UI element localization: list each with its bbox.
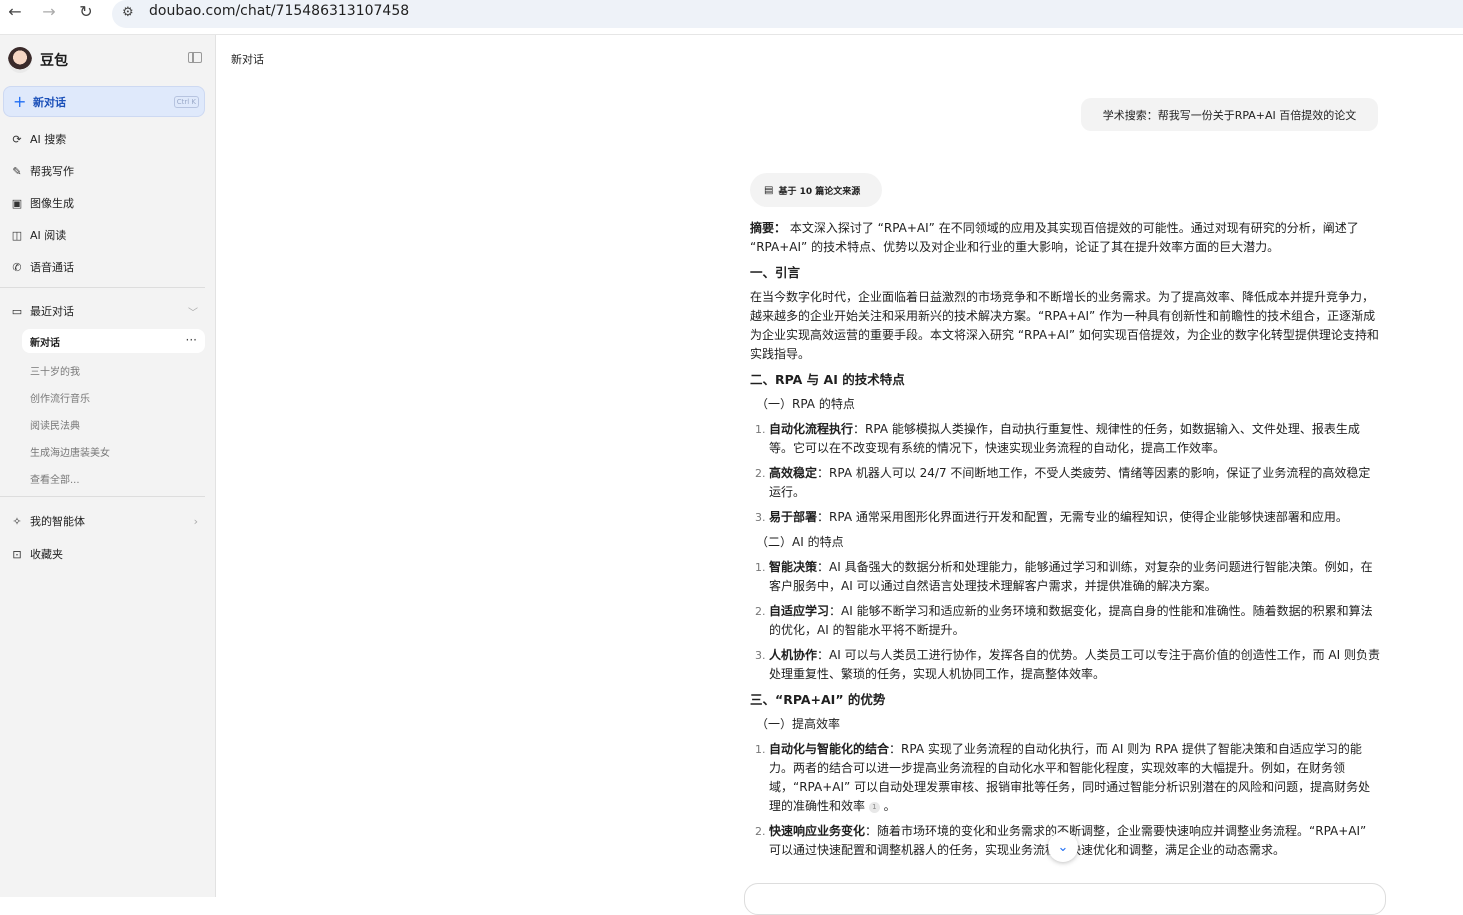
intro-paragraph: 在当今数字化时代，企业面临着日益激烈的市场竞争和不断增长的业务需求。为了提高效率… bbox=[750, 290, 1379, 361]
item-text: ：RPA 通常采用图形化界面进行开发和配置，无需专业的编程知识，使得企业能够快速… bbox=[817, 510, 1348, 524]
shortcut-hint: Ctrl K bbox=[173, 96, 199, 108]
new-chat-button[interactable]: + 新对话 Ctrl K bbox=[3, 86, 205, 117]
menu-ai-reading[interactable]: ◫ AI 阅读 bbox=[10, 227, 66, 243]
chat-item[interactable]: 生成海边唐装美女 bbox=[30, 444, 110, 459]
subheading-ai: （二）AI 的特点 bbox=[756, 535, 844, 549]
new-chat-label: 新对话 bbox=[33, 95, 66, 109]
abstract: 摘要： 本文深入探讨了 “RPA+AI” 在不同领域的应用及其实现百倍提效的可能… bbox=[750, 219, 1380, 257]
citation-badge[interactable]: 1 bbox=[868, 802, 880, 813]
list-item: 自动化流程执行：RPA 能够模拟人类操作，自动执行重复性、规律性的任务，如数据输… bbox=[769, 420, 1380, 458]
page-title: 新对话 bbox=[231, 53, 264, 66]
menu-writing[interactable]: ✎ 帮我写作 bbox=[10, 163, 74, 179]
chat-item[interactable]: 三十岁的我 bbox=[30, 363, 80, 378]
chat-bubble-icon: ▭ bbox=[11, 304, 23, 318]
item-title: 易于部署 bbox=[769, 510, 818, 524]
chat-item[interactable]: 阅读民法典 bbox=[30, 417, 80, 432]
chat-main: 新对话 学术搜索：帮我写一份关于RPA+AI 百倍提效的论文 ▤ 基于 10 篇… bbox=[216, 35, 1463, 915]
item-text: ：AI 可以与人类员工进行协作，发挥各自的优势。人类员工可以专注于高价值的创造性… bbox=[769, 648, 1380, 681]
list-item: 自适应学习：AI 能够不断学习和适应新的业务环境和数据变化，提高自身的性能和准确… bbox=[769, 602, 1380, 640]
divider bbox=[0, 496, 205, 497]
menu-favorites[interactable]: ⊡ 收藏夹 bbox=[10, 546, 63, 562]
user-message: 学术搜索：帮我写一份关于RPA+AI 百倍提效的论文 bbox=[1081, 98, 1378, 131]
menu-my-agents[interactable]: ✧ 我的智能体 › bbox=[10, 513, 198, 529]
menu-label: 帮我写作 bbox=[30, 165, 74, 178]
item-title: 快速响应业务变化 bbox=[769, 824, 866, 838]
menu-label: 我的智能体 bbox=[30, 515, 85, 528]
ai-list: 智能决策：AI 具备强大的数据分析和处理能力，能够通过学习和训练，对复杂的业务问… bbox=[750, 558, 1380, 684]
menu-label: AI 搜索 bbox=[30, 133, 67, 146]
brand[interactable]: 豆包 bbox=[8, 45, 68, 75]
menu-label: 语音通话 bbox=[30, 261, 74, 274]
view-all-link[interactable]: 查看全部... bbox=[30, 471, 80, 486]
chat-item-title: 新对话 bbox=[30, 337, 60, 349]
plus-icon: + bbox=[13, 92, 27, 111]
chevron-down-icon: ﹀ bbox=[188, 307, 198, 319]
collapse-sidebar-icon[interactable] bbox=[188, 52, 202, 63]
chat-item-active[interactable]: 新对话 ··· bbox=[22, 329, 205, 353]
list-item: 易于部署：RPA 通常采用图形化界面进行开发和配置，无需专业的编程知识，使得企业… bbox=[769, 508, 1380, 527]
list-item: 智能决策：AI 具备强大的数据分析和处理能力，能够通过学习和训练，对复杂的业务问… bbox=[769, 558, 1380, 596]
abstract-text: 本文深入探讨了 “RPA+AI” 在不同领域的应用及其实现百倍提效的可能性。通过… bbox=[750, 221, 1359, 254]
sources-button[interactable]: ▤ 基于 10 篇论文来源 bbox=[750, 173, 882, 207]
chevron-right-icon: › bbox=[193, 514, 198, 528]
item-title: 高效稳定 bbox=[769, 466, 818, 480]
pen-icon: ✎ bbox=[12, 164, 22, 178]
site-settings-icon[interactable]: ⚙ bbox=[122, 5, 138, 21]
menu-image-gen[interactable]: ▣ 图像生成 bbox=[10, 195, 74, 211]
abstract-label: 摘要： bbox=[750, 221, 787, 235]
book-icon: ◫ bbox=[11, 228, 23, 242]
message-input[interactable] bbox=[744, 883, 1386, 915]
more-options-icon[interactable]: ··· bbox=[186, 333, 197, 347]
menu-ai-search[interactable]: ⟳ AI 搜索 bbox=[10, 131, 66, 147]
user-message-text: 学术搜索：帮我写一份关于RPA+AI 百倍提效的论文 bbox=[1102, 108, 1357, 122]
heading-intro: 一、引言 bbox=[750, 265, 801, 280]
phone-icon: ✆ bbox=[12, 260, 22, 274]
recent-title: 最近对话 bbox=[30, 305, 74, 318]
url-text: doubao.com/chat/715486313107458 bbox=[149, 3, 410, 19]
list-item: 自动化与智能化的结合：RPA 实现了业务流程的自动化执行，而 AI 则为 RPA… bbox=[769, 740, 1380, 816]
item-title: 人机协作 bbox=[769, 648, 818, 662]
browser-toolbar: ← → ↻ ⚙ doubao.com/chat/715486313107458 bbox=[0, 0, 1463, 35]
scroll-down-button[interactable]: ⌄ bbox=[1048, 832, 1078, 862]
document-icon: ▤ bbox=[764, 184, 774, 196]
sidebar: 豆包 + 新对话 Ctrl K ⟳ AI 搜索 ✎ 帮我写作 ▣ 图像生成 ◫ … bbox=[0, 35, 216, 897]
sources-label: 基于 10 篇论文来源 bbox=[778, 186, 861, 197]
menu-label: 图像生成 bbox=[30, 197, 74, 210]
divider bbox=[0, 287, 205, 288]
avatar bbox=[8, 47, 32, 73]
rpa-list: 自动化流程执行：RPA 能够模拟人类操作，自动执行重复性、规律性的任务，如数据输… bbox=[750, 420, 1380, 527]
item-text: ：RPA 机器人可以 24/7 不间断地工作，不受人类疲劳、情绪等因素的影响，保… bbox=[769, 466, 1371, 499]
brand-name: 豆包 bbox=[40, 53, 68, 69]
image-icon: ▣ bbox=[11, 196, 23, 210]
recent-chats-header[interactable]: ▭ 最近对话 ﹀ bbox=[10, 303, 198, 319]
menu-label: 收藏夹 bbox=[30, 548, 63, 561]
assistant-answer: 摘要： 本文深入探讨了 “RPA+AI” 在不同领域的应用及其实现百倍提效的可能… bbox=[750, 219, 1380, 866]
list-item: 高效稳定：RPA 机器人可以 24/7 不间断地工作，不受人类疲劳、情绪等因素的… bbox=[769, 464, 1380, 502]
reload-icon[interactable]: ↻ bbox=[77, 2, 95, 21]
menu-label: AI 阅读 bbox=[30, 229, 67, 242]
forward-icon[interactable]: → bbox=[40, 2, 58, 21]
item-text: ：AI 能够不断学习和适应新的业务环境和数据变化，提高自身的性能和准确性。随着数… bbox=[769, 604, 1373, 637]
item-title: 自动化与智能化的结合 bbox=[769, 742, 890, 756]
address-bar[interactable]: ⚙ doubao.com/chat/715486313107458 bbox=[112, 0, 1463, 28]
item-title: 自动化流程执行 bbox=[769, 422, 854, 436]
list-item: 人机协作：AI 可以与人类员工进行协作，发挥各自的优势。人类员工可以专注于高价值… bbox=[769, 646, 1380, 684]
search-icon: ⟳ bbox=[12, 132, 22, 146]
back-icon[interactable]: ← bbox=[6, 2, 24, 21]
item-text-end: 。 bbox=[879, 799, 896, 813]
bookmark-icon: ⊡ bbox=[12, 547, 22, 561]
sparkle-icon: ✧ bbox=[12, 514, 22, 528]
subheading-rpa: （一）RPA 的特点 bbox=[756, 397, 855, 411]
item-title: 自适应学习 bbox=[769, 604, 830, 618]
item-text: ：AI 具备强大的数据分析和处理能力，能够通过学习和训练，对复杂的业务问题进行智… bbox=[769, 560, 1373, 593]
subheading-efficiency: （一）提高效率 bbox=[756, 717, 841, 731]
item-text: ：RPA 能够模拟人类操作，自动执行重复性、规律性的任务，如数据输入、文件处理、… bbox=[769, 422, 1360, 455]
item-title: 智能决策 bbox=[769, 560, 818, 574]
chat-item[interactable]: 创作流行音乐 bbox=[30, 390, 90, 405]
heading-advantages: 三、“RPA+AI” 的优势 bbox=[750, 692, 886, 707]
chevron-down-icon: ⌄ bbox=[1057, 839, 1069, 855]
menu-voice-call[interactable]: ✆ 语音通话 bbox=[10, 259, 74, 275]
heading-tech: 二、RPA 与 AI 的技术特点 bbox=[750, 372, 905, 387]
